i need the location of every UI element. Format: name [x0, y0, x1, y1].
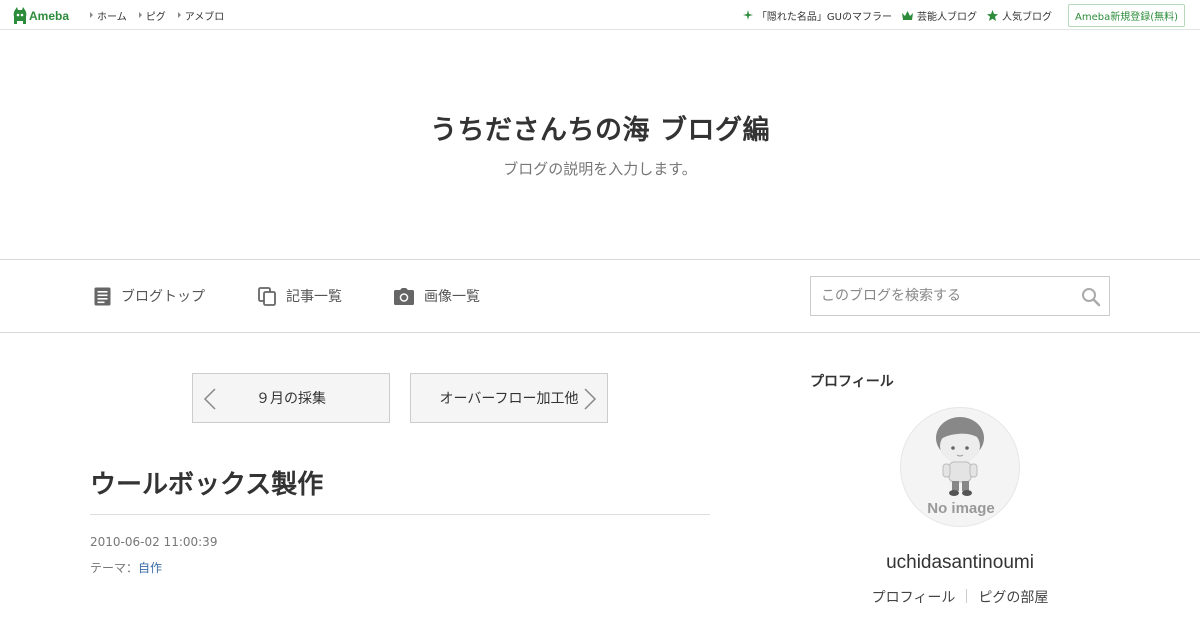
logo-text: Ameba: [29, 8, 70, 23]
blog-search-input[interactable]: [811, 277, 1073, 315]
global-nav-label: ホーム: [97, 11, 127, 23]
prev-entry-button[interactable]: ９月の採集: [192, 373, 390, 423]
blog-search-box: [810, 276, 1110, 316]
search-icon[interactable]: [1081, 287, 1101, 307]
no-image-label: No image: [927, 500, 995, 517]
nav-image-list[interactable]: 画像一覧: [394, 286, 480, 306]
global-nav-pigg[interactable]: ピグ: [138, 8, 166, 23]
triangle-right-icon: [138, 12, 142, 18]
star-icon: [986, 9, 998, 21]
ameba-mascot-icon: [13, 6, 27, 24]
nav-label: 記事一覧: [286, 289, 342, 305]
sparkle-icon: [742, 10, 753, 20]
global-nav-ameblo[interactable]: アメブロ: [177, 8, 225, 23]
nav-blog-top[interactable]: ブログトップ: [94, 286, 205, 306]
triangle-right-icon: [177, 12, 181, 18]
camera-icon: [394, 287, 414, 305]
article-date: 2010-06-02 11:00:39: [90, 535, 218, 549]
document-icon: [94, 287, 111, 305]
title-divider: [90, 514, 710, 515]
profile-link[interactable]: プロフィール: [872, 587, 956, 607]
theme-prefix: テーマ：: [90, 561, 139, 575]
nav-entry-list[interactable]: 記事一覧: [258, 286, 342, 306]
link-separator: [966, 589, 968, 603]
featured-link[interactable]: 「隠れた名品」GUのマフラー: [742, 8, 892, 23]
ameba-logo[interactable]: Ameba: [13, 6, 69, 25]
celebrity-blog-label: 芸能人ブログ: [916, 11, 977, 23]
chevron-left-icon: [203, 388, 216, 410]
pigg-room-link[interactable]: ピグの部屋: [978, 587, 1048, 607]
theme-link[interactable]: 自作: [138, 559, 162, 576]
copy-icon: [258, 286, 276, 306]
chevron-right-icon: [584, 388, 597, 410]
global-nav-label: アメブロ: [184, 11, 225, 23]
popular-blog-link[interactable]: 人気ブログ: [986, 8, 1052, 23]
featured-link-label: 「隠れた名品」GUのマフラー: [756, 11, 892, 23]
profile-links: プロフィール ピグの部屋: [810, 587, 1110, 607]
nav-label: 画像一覧: [424, 289, 480, 305]
global-nav-home[interactable]: ホーム: [90, 8, 127, 23]
global-nav-label: ピグ: [145, 11, 166, 23]
avatar[interactable]: No image: [900, 407, 1020, 527]
next-entry-label: オーバーフロー加工他: [439, 391, 579, 407]
next-entry-button[interactable]: オーバーフロー加工他: [410, 373, 608, 423]
blog-nav: ブログトップ 記事一覧 画像一覧: [0, 259, 1200, 333]
global-nav: ホーム ピグ アメブロ: [90, 0, 236, 30]
crown-icon: [901, 10, 913, 20]
global-header: Ameba ホーム ピグ アメブロ 「隠れた名品」GUのマフラー 芸能人ブログ: [0, 0, 1200, 30]
article-theme: テーマ： 自作: [90, 559, 162, 576]
register-button[interactable]: Ameba新規登録(無料): [1067, 3, 1185, 27]
profile-username[interactable]: uchidasantinoumi: [810, 552, 1110, 574]
popular-blog-label: 人気ブログ: [1001, 11, 1052, 23]
article-title[interactable]: ウールボックス製作: [90, 464, 323, 501]
profile-heading: プロフィール: [810, 374, 894, 390]
triangle-right-icon: [90, 12, 93, 18]
blog-title[interactable]: うちださんちの海 ブログ編: [0, 108, 1200, 147]
global-header-links: 「隠れた名品」GUのマフラー 芸能人ブログ 人気ブログ Ameba新規登録(無料…: [733, 0, 1185, 30]
celebrity-blog-link[interactable]: 芸能人ブログ: [901, 8, 977, 23]
prev-entry-label: ９月の採集: [256, 391, 326, 407]
nav-label: ブログトップ: [121, 289, 205, 305]
blog-description: ブログの説明を入力します。: [503, 160, 697, 178]
